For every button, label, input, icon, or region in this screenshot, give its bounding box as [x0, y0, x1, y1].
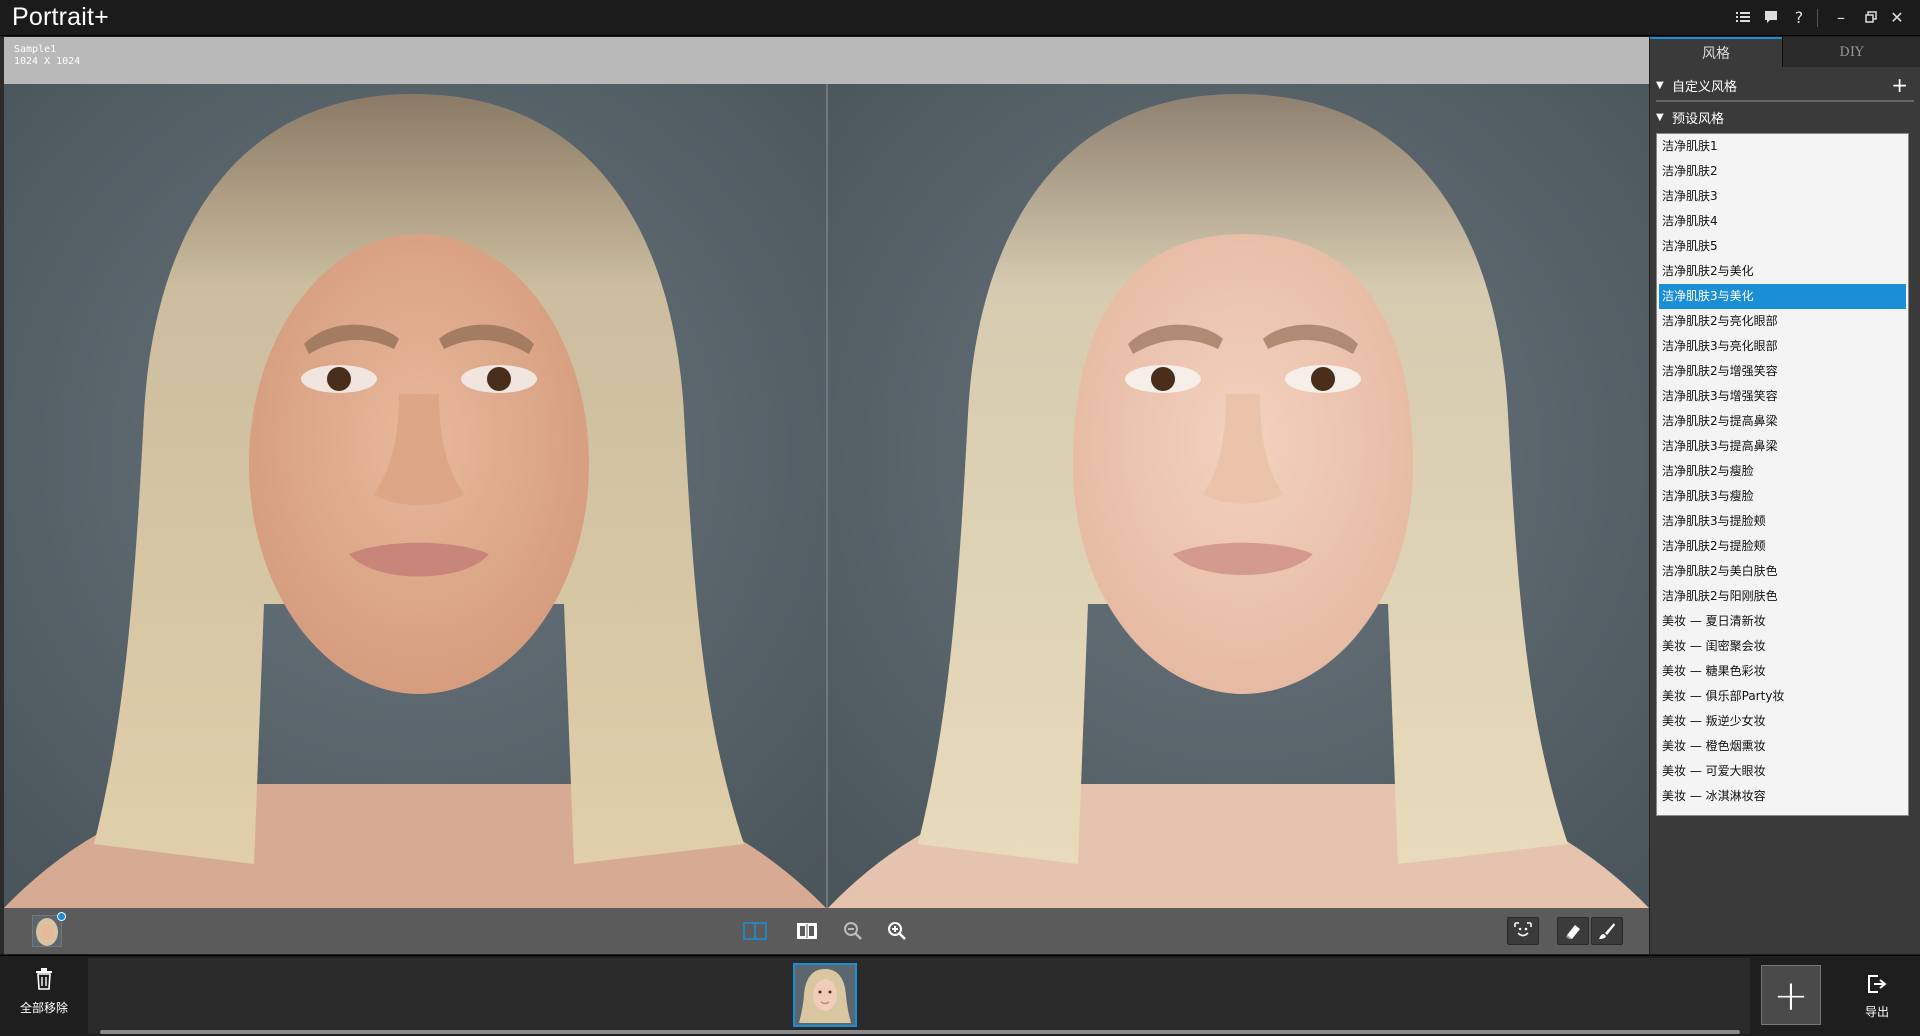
before-photo[interactable] — [4, 84, 826, 908]
split-view-icon[interactable] — [742, 918, 768, 944]
preset-item[interactable]: 洁净肌肤3与瘦脸 — [1657, 484, 1908, 509]
collapse-arrow-icon: ▼ — [1656, 79, 1664, 91]
preset-item[interactable]: 洁净肌肤3 — [1657, 184, 1908, 209]
preset-item[interactable]: 洁净肌肤3与提脸颊 — [1657, 509, 1908, 534]
canvas-area: Sample1 1024 X 1024 — [0, 37, 1649, 954]
collapse-arrow-icon: ▼ — [1656, 111, 1664, 123]
preset-item[interactable]: 洁净肌肤1 — [1657, 134, 1908, 159]
app-title: Portrait+ — [12, 3, 109, 31]
preset-item[interactable]: 洁净肌肤3与增强笑容 — [1657, 384, 1908, 409]
panel-tabs: 风格 DIY — [1650, 37, 1920, 67]
style-panel: 风格 DIY ▼ 自定义风格 + ▼ 预设风格 洁净肌肤1 洁净肌肤2 洁净肌肤3 洁… — [1650, 37, 1920, 954]
face-detect-icon[interactable] — [1507, 917, 1539, 945]
view-toolbar — [4, 908, 1649, 954]
close-icon[interactable]: ✕ — [1884, 4, 1910, 30]
image-name: Sample1 — [14, 44, 57, 55]
tab-diy[interactable]: DIY — [1783, 37, 1920, 67]
preset-item[interactable]: 美妆 — 俱乐部Party妆 — [1657, 684, 1908, 709]
export-label: 导出 — [1864, 1005, 1889, 1019]
title-bar: Portrait+ ? – ✕ — [0, 0, 1920, 36]
current-image-thumbnail[interactable] — [30, 912, 66, 948]
preset-list: 洁净肌肤1 洁净肌肤2 洁净肌肤3 洁净肌肤4 洁净肌肤5 洁净肌肤2与美化 洁净肌肤3与美… — [1656, 133, 1909, 816]
remove-all-button[interactable]: 全部移除 — [12, 968, 76, 1024]
section-divider — [1656, 100, 1914, 102]
add-custom-style-button[interactable]: + — [1891, 73, 1908, 97]
export-icon — [1867, 974, 1887, 999]
compare-view-icon[interactable] — [794, 918, 820, 944]
preset-item[interactable]: 美妆 — 橙色烟熏妆 — [1657, 734, 1908, 759]
preset-style-label: 预设风格 — [1672, 111, 1725, 127]
preset-item[interactable]: 洁净肌肤2与提高鼻梁 — [1657, 409, 1908, 434]
preset-item[interactable]: 美妆 — 叛逆少女妆 — [1657, 709, 1908, 734]
preset-item[interactable]: 洁净肌肤2与瘦脸 — [1657, 459, 1908, 484]
preset-item[interactable]: 美妆 — 夏日清新妆 — [1657, 609, 1908, 634]
preset-item[interactable]: 洁净肌肤2与亮化眼部 — [1657, 309, 1908, 334]
image-info-bar: Sample1 1024 X 1024 — [4, 37, 1649, 84]
custom-style-label: 自定义风格 — [1672, 79, 1738, 95]
preset-item[interactable]: 洁净肌肤3与提高鼻梁 — [1657, 434, 1908, 459]
preset-item[interactable]: 洁净肌肤2 — [1657, 159, 1908, 184]
close-glyph: ✕ — [1890, 7, 1904, 27]
preset-item[interactable]: 美妆 — 闺密聚会妆 — [1657, 634, 1908, 659]
thumbnail-sample1[interactable] — [793, 963, 857, 1027]
trash-icon — [35, 968, 53, 997]
chat-icon[interactable] — [1758, 4, 1784, 30]
minimize-icon[interactable]: – — [1828, 4, 1854, 30]
bottom-strip: 全部移除 + 导出 — [0, 955, 1920, 1036]
preset-item[interactable]: 美妆 — 冰淇淋妆容 — [1657, 784, 1908, 809]
remove-all-label: 全部移除 — [19, 1001, 68, 1015]
preset-item[interactable]: 洁净肌肤2与美白肤色 — [1657, 559, 1908, 584]
restore-icon[interactable] — [1858, 4, 1884, 30]
brush-icon[interactable] — [1591, 917, 1623, 945]
preset-item[interactable]: 洁净肌肤3与美化 — [1659, 284, 1906, 309]
custom-style-section[interactable]: ▼ 自定义风格 + — [1650, 71, 1920, 99]
menu-list-icon[interactable] — [1730, 4, 1756, 30]
image-size: 1024 X 1024 — [14, 56, 81, 67]
preset-item[interactable]: 洁净肌肤2与增强笑容 — [1657, 359, 1908, 384]
eraser-icon[interactable] — [1557, 917, 1589, 945]
minimize-glyph: – — [1837, 7, 1845, 27]
preset-item[interactable]: 美妆 — 可爱大眼妆 — [1657, 759, 1908, 784]
zoom-in-icon[interactable] — [884, 918, 910, 944]
titlebar-divider — [1817, 9, 1818, 27]
tab-style[interactable]: 风格 — [1650, 37, 1782, 67]
active-dot — [57, 912, 66, 921]
help-glyph: ? — [1794, 7, 1804, 27]
preset-item[interactable]: 洁净肌肤2与阳刚肤色 — [1657, 584, 1908, 609]
preset-item[interactable]: 洁净肌肤3与亮化眼部 — [1657, 334, 1908, 359]
preset-item[interactable]: 洁净肌肤4 — [1657, 209, 1908, 234]
export-button[interactable]: 导出 — [1852, 974, 1902, 1024]
zoom-out-icon[interactable] — [840, 918, 866, 944]
add-image-button[interactable]: + — [1761, 965, 1821, 1025]
tray-scrollbar[interactable] — [100, 1030, 1740, 1034]
help-icon[interactable]: ? — [1786, 4, 1812, 30]
thumbnail-tray — [88, 958, 1750, 1034]
preset-style-section[interactable]: ▼ 预设风格 — [1650, 103, 1920, 131]
after-photo[interactable] — [828, 84, 1649, 908]
preset-item[interactable]: 洁净肌肤2与提脸颊 — [1657, 534, 1908, 559]
preset-item[interactable]: 洁净肌肤2与美化 — [1657, 259, 1908, 284]
preset-item[interactable]: 美妆 — 糖果色彩妆 — [1657, 659, 1908, 684]
preset-item[interactable]: 洁净肌肤5 — [1657, 234, 1908, 259]
